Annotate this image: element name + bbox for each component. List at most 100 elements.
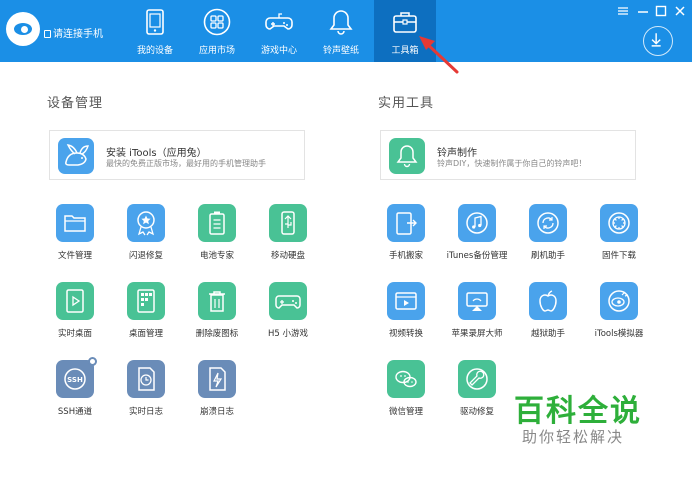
gear-icon [600,204,638,242]
tab-label: 游戏中心 [260,46,297,56]
tool-h5-games[interactable]: H5 小游戏 [252,282,324,350]
tool-label: 微信管理 [388,407,423,417]
folder-icon [56,204,94,242]
promo-subtitle: 最快的免费正版市场，最好用的手机管理助手 [106,159,266,168]
tool-label: SSH通道 [57,407,93,417]
tool-realtime-log[interactable]: 实时日志 [110,360,182,428]
tab-label: 我的设备 [136,46,173,56]
video-icon [387,282,425,320]
apple-icon [529,282,567,320]
bell-icon [389,138,425,174]
tool-label: 越狱助手 [530,329,565,339]
promo-subtitle: 铃声DIY，快速制作属于你自己的铃声吧！ [437,159,587,168]
gamepad-icon [265,13,293,30]
watermark-title: 百科全说 [514,394,642,429]
wrench-icon [458,360,496,398]
rabbit-icon [58,138,94,174]
tab-label: 铃声壁纸 [322,46,359,56]
tool-mobile-disk[interactable]: 移动硬盘 [252,204,324,272]
promo-title: 铃声制作 [437,148,477,159]
tool-flash-assistant[interactable]: 刷机助手 [512,204,584,272]
connect-phone-label: 请连接手机 [53,29,103,40]
tool-label: H5 小游戏 [267,329,308,339]
gamepad-icon [269,282,307,320]
tool-label: 固件下载 [601,251,636,261]
trash-icon [198,282,236,320]
tool-label: 电池专家 [199,251,234,261]
battery-icon [198,204,236,242]
tool-label: 闪退修复 [128,251,163,261]
tool-wechat-manager[interactable]: 微信管理 [370,360,442,428]
tool-label: 手机搬家 [388,251,423,261]
tab-game-center[interactable]: 游戏中心 [248,0,310,62]
download-icon [651,33,661,47]
refresh-icon [529,204,567,242]
tab-app-market[interactable]: 应用市场 [186,0,248,62]
wechat-icon [387,360,425,398]
watermark-subtitle: 助你轻松解决 [522,428,625,446]
flash-doc-icon [198,360,236,398]
tool-file-manager[interactable]: 文件管理 [39,204,111,272]
tool-label: 桌面管理 [128,329,163,339]
tool-label: 删除废图标 [195,329,239,339]
maximize-icon[interactable] [654,4,668,18]
device-icon [146,9,164,35]
top-toolbar: 请连接手机 我的设备 应用市场 游戏中心 铃声壁纸 工具箱 [0,0,692,62]
tool-label: 实时桌面 [57,329,92,339]
menu-icon[interactable] [616,4,630,18]
tool-label: 视频转换 [388,329,423,339]
music-icon [458,204,496,242]
itools-app-promo[interactable]: 安装 iTools（应用兔） 最快的免费正版市场，最好用的手机管理助手 [49,130,305,180]
tool-itunes-backup[interactable]: iTunes备份管理 [441,204,513,272]
status-dot [88,357,97,366]
usb-icon [269,204,307,242]
app-market-icon [203,8,231,36]
itools-logo-icon [6,12,40,46]
utility-section-title: 实用工具 [378,96,435,111]
tool-ssh-channel[interactable]: SSH SSH通道 [39,357,111,428]
tool-label: 苹果录屏大师 [451,329,503,339]
tool-battery-expert[interactable]: 电池专家 [181,204,253,272]
tool-label: 移动硬盘 [270,251,305,261]
tool-label: iTunes备份管理 [446,251,508,261]
tool-crash-log[interactable]: 崩溃日志 [181,360,253,428]
close-icon[interactable] [673,4,687,18]
tool-itools-simulator[interactable]: iTools模拟器 [583,282,655,350]
minimize-icon[interactable] [636,4,650,18]
play-icon [56,282,94,320]
clock-doc-icon [127,360,165,398]
tool-delete-icons[interactable]: 删除废图标 [181,282,253,350]
airplay-icon [458,282,496,320]
ringtone-maker-promo[interactable]: 铃声制作 铃声DIY，快速制作属于你自己的铃声吧！ [380,130,636,180]
tool-firmware-download[interactable]: 固件下载 [583,204,655,272]
tool-label: 刷机助手 [530,251,565,261]
tab-my-device[interactable]: 我的设备 [124,0,186,62]
tool-label: 文件管理 [57,251,92,261]
tool-jailbreak[interactable]: 越狱助手 [512,282,584,350]
tab-ringtone-wallpaper[interactable]: 铃声壁纸 [310,0,372,62]
tool-desktop-manager[interactable]: 桌面管理 [110,282,182,350]
baike-watermark: 百科全说 助你轻松解决 [500,378,670,468]
pointer-arrow-icon [419,36,459,74]
tab-label: 应用市场 [198,46,235,56]
star-badge-icon [127,204,165,242]
grid-icon [127,282,165,320]
device-section-title: 设备管理 [47,96,104,111]
connect-phone-link[interactable]: 请连接手机 [44,25,103,40]
bell-icon [329,10,353,35]
phone-move-icon [387,204,425,242]
tool-crash-fix[interactable]: 闪退修复 [110,204,182,272]
download-button[interactable] [643,26,673,56]
tool-label: iTools模拟器 [594,329,644,339]
tool-label: 实时日志 [128,407,163,417]
tool-video-convert[interactable]: 视频转换 [370,282,442,350]
svg-text:SSH: SSH [67,376,83,384]
tool-screen-recorder[interactable]: 苹果录屏大师 [441,282,513,350]
ssh-icon: SSH [56,357,97,398]
tool-phone-move[interactable]: 手机搬家 [370,204,442,272]
tool-live-desktop[interactable]: 实时桌面 [39,282,111,350]
tool-label: 崩溃日志 [199,407,234,417]
eye-logo-icon [600,282,638,320]
phone-link-icon [44,30,51,38]
promo-title: 安装 iTools（应用兔） [106,148,207,159]
